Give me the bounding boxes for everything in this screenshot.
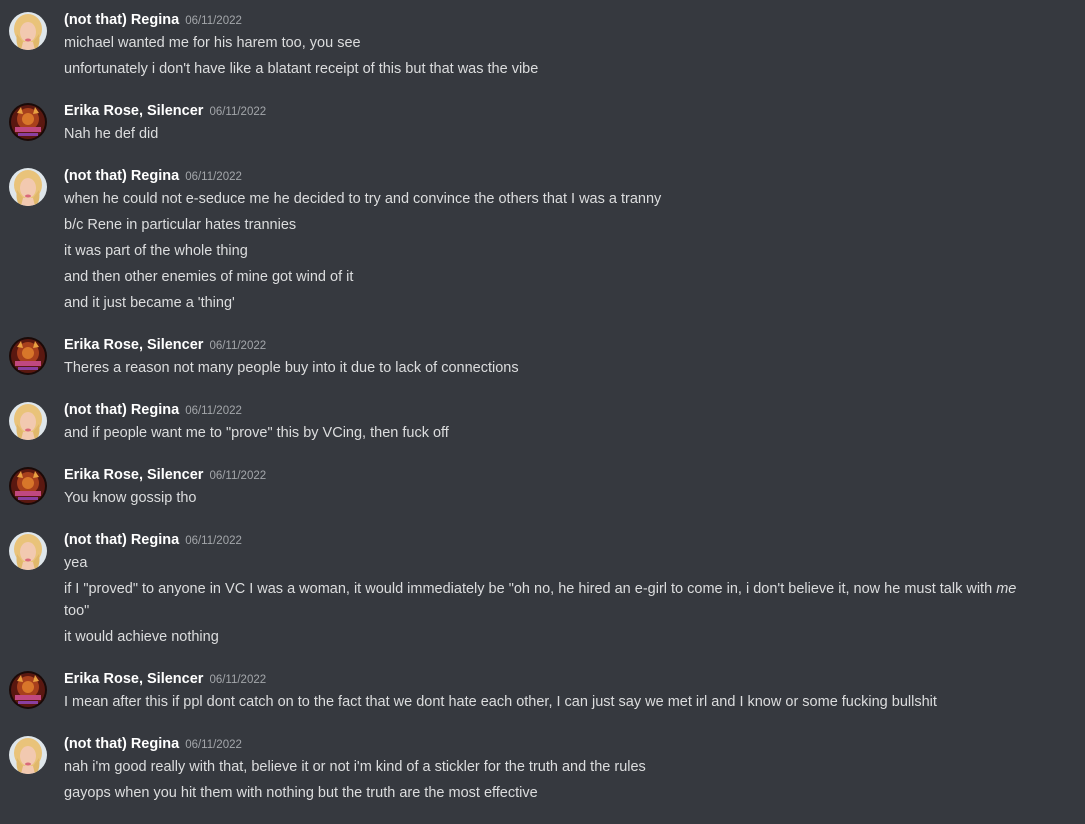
message-author[interactable]: Erika Rose, Silencer <box>64 337 203 353</box>
message-timestamp: 06/11/2022 <box>209 340 267 352</box>
message-text: nah i'm good really with that, believe i… <box>64 759 646 775</box>
message-timestamp: 06/11/2022 <box>185 535 242 547</box>
message-author[interactable]: Erika Rose, Silencer <box>64 467 203 483</box>
message-text: and if people want me to "prove" this by… <box>64 425 449 441</box>
erika-avatar[interactable] <box>9 467 47 505</box>
regina-avatar[interactable] <box>9 12 47 50</box>
message-text: it would achieve nothing <box>64 629 219 645</box>
regina-avatar[interactable] <box>9 736 47 774</box>
message-text-segment: if I "proved" to anyone in VC I was a wo… <box>64 581 997 597</box>
message-author[interactable]: (not that) Regina <box>64 736 179 752</box>
message-text-segment: too" <box>64 603 90 619</box>
message-text: yea <box>64 555 88 571</box>
message-text: Theres a reason not many people buy into… <box>64 360 519 376</box>
message-text: I mean after this if ppl dont catch on t… <box>64 694 937 710</box>
message-author[interactable]: Erika Rose, Silencer <box>64 103 203 119</box>
message-timestamp: 06/11/2022 <box>185 171 242 183</box>
regina-avatar[interactable] <box>9 168 47 206</box>
message-timestamp: 06/11/2022 <box>209 674 267 686</box>
message-text: michael wanted me for his harem too, you… <box>64 35 361 51</box>
regina-avatar[interactable] <box>9 402 47 440</box>
erika-avatar[interactable] <box>9 337 47 375</box>
message-timestamp: 06/11/2022 <box>185 405 242 417</box>
message-timestamp: 06/11/2022 <box>209 470 267 482</box>
message-text: gayops when you hit them with nothing bu… <box>64 785 538 801</box>
message-author[interactable]: Erika Rose, Silencer <box>64 671 203 687</box>
message-text: it was part of the whole thing <box>64 243 248 259</box>
message-author[interactable]: (not that) Regina <box>64 168 179 184</box>
message-author[interactable]: (not that) Regina <box>64 402 179 418</box>
erika-avatar[interactable] <box>9 103 47 141</box>
message-text: and it just became a 'thing' <box>64 295 235 311</box>
message-text: and then other enemies of mine got wind … <box>64 269 354 285</box>
message-text: if I "proved" to anyone in VC I was a wo… <box>64 578 1051 622</box>
message-timestamp: 06/11/2022 <box>185 739 242 751</box>
message-text: when he could not e-seduce me he decided… <box>64 191 662 207</box>
message-text: b/c Rene in particular hates trannies <box>64 217 297 233</box>
message-text-emphasis: me <box>996 581 1017 597</box>
message-text: You know gossip tho <box>64 490 197 506</box>
regina-avatar[interactable] <box>9 532 47 570</box>
message-text: Nah he def did <box>64 126 159 142</box>
message-text: unfortunately i don't have like a blatan… <box>64 61 539 77</box>
chat-message-list: (not that) Regina 06/11/2022 michael want… <box>0 0 1085 824</box>
message-timestamp: 06/11/2022 <box>185 15 242 27</box>
message-author[interactable]: (not that) Regina <box>64 532 179 548</box>
message-timestamp: 06/11/2022 <box>209 106 267 118</box>
erika-avatar[interactable] <box>9 671 47 709</box>
message-author[interactable]: (not that) Regina <box>64 12 179 28</box>
